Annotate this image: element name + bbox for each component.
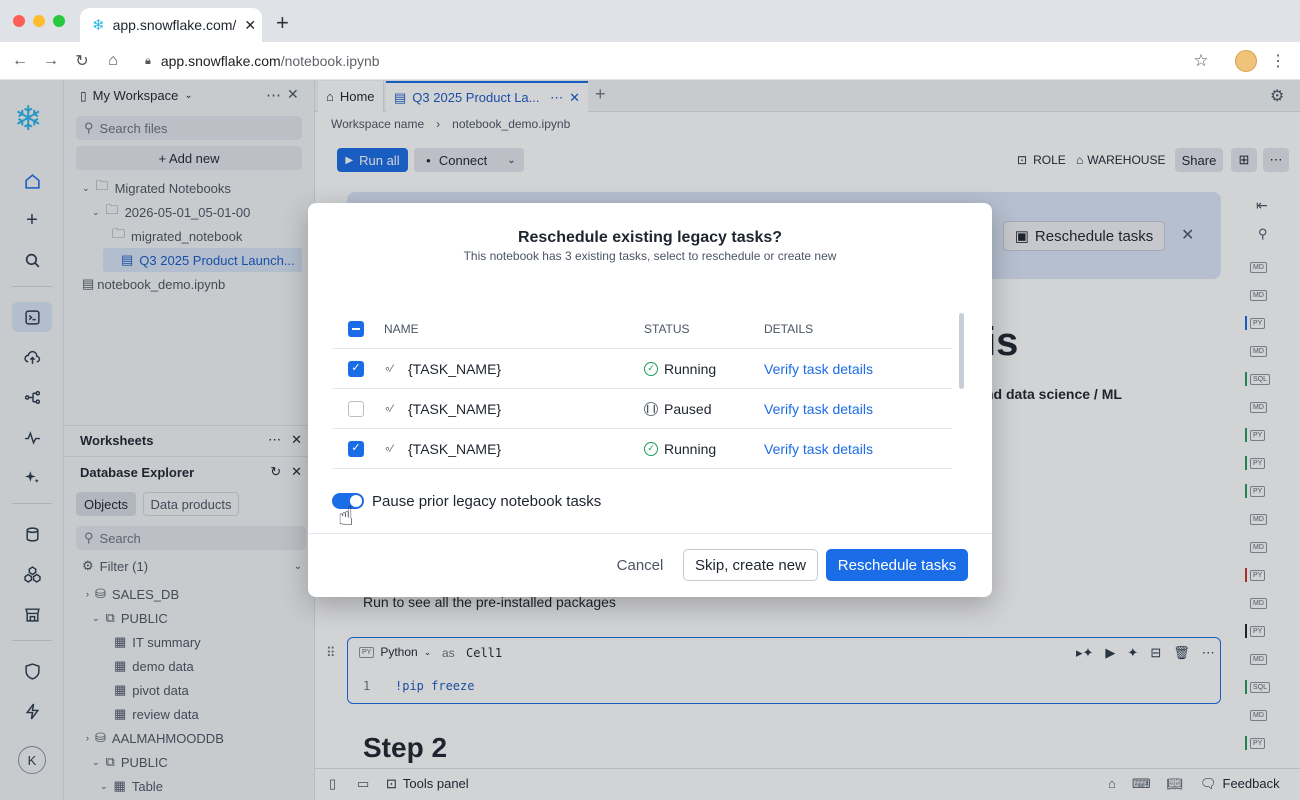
back-icon[interactable]: ← xyxy=(9,50,31,72)
browser-tab-title: app.snowflake.com/ xyxy=(112,17,237,33)
minimize-window-button[interactable] xyxy=(33,15,45,27)
snowflake-favicon-icon: ❄ xyxy=(92,17,105,34)
lock-icon: 🔒︎ xyxy=(145,54,151,67)
close-window-button[interactable] xyxy=(13,15,25,27)
dialog-title: Reschedule existing legacy tasks? xyxy=(517,229,783,246)
forward-icon[interactable]: → xyxy=(40,50,62,72)
browser-menu-icon[interactable]: ⋮ xyxy=(1267,50,1289,72)
col-name-header: NAME xyxy=(384,321,419,336)
paused-status-icon: ❙❙ xyxy=(644,401,658,416)
task-row: ✓ ∘⁄ {TASK_NAME} ✓ Running Verify task de… xyxy=(332,429,952,469)
verify-task-details-link[interactable]: Verify task details xyxy=(764,441,873,457)
url-host: app.snowflake.com xyxy=(160,53,281,69)
task-checkbox-checked[interactable]: ✓ xyxy=(348,360,364,377)
close-tab-icon[interactable]: ✕ xyxy=(244,17,256,34)
browser-tab[interactable]: ❄ app.snowflake.com/ ✕ xyxy=(80,8,262,42)
verify-task-details-link[interactable]: Verify task details xyxy=(764,361,873,377)
running-status-icon: ✓ xyxy=(644,361,658,376)
dialog-subtitle: This notebook has 3 existing tasks, sele… xyxy=(463,249,837,263)
task-icon: ∘⁄ xyxy=(384,363,393,375)
task-name: {TASK_NAME} xyxy=(408,360,502,377)
task-row: ∘⁄ {TASK_NAME} ❙❙ Paused Verify task deta… xyxy=(332,389,952,429)
task-status: Running xyxy=(664,360,717,377)
pause-legacy-label: Pause prior legacy notebook tasks xyxy=(372,493,602,510)
verify-task-details-link[interactable]: Verify task details xyxy=(764,401,873,417)
hand-cursor-icon: ☝︎ xyxy=(338,501,354,531)
task-checkbox-checked[interactable]: ✓ xyxy=(348,440,364,457)
task-status: Running xyxy=(664,440,717,457)
reschedule-dialog: Reschedule existing legacy tasks? This n… xyxy=(308,203,992,597)
reload-icon[interactable]: ↻ xyxy=(71,50,93,72)
new-tab-button[interactable]: + xyxy=(276,12,289,34)
url-field[interactable]: 🔒︎ app.snowflake.com/notebook.ipynb xyxy=(145,50,380,72)
url-path: /notebook.ipynb xyxy=(280,53,380,69)
task-icon: ∘⁄ xyxy=(384,443,393,455)
task-status: Paused xyxy=(664,400,712,417)
task-icon: ∘⁄ xyxy=(384,403,393,415)
bookmark-star-icon[interactable]: ☆ xyxy=(1190,50,1212,72)
task-name: {TASK_NAME} xyxy=(408,400,502,417)
home-icon[interactable]: ⌂ xyxy=(102,50,124,72)
task-checkbox-unchecked[interactable] xyxy=(348,400,364,417)
reschedule-tasks-button[interactable]: Reschedule tasks xyxy=(826,549,968,581)
task-row: ✓ ∘⁄ {TASK_NAME} ✓ Running Verify task de… xyxy=(332,349,952,389)
col-status-header: STATUS xyxy=(644,321,690,336)
profile-avatar[interactable] xyxy=(1235,50,1257,72)
task-name: {TASK_NAME} xyxy=(408,440,502,457)
cancel-button[interactable]: Cancel xyxy=(608,549,672,581)
select-all-checkbox[interactable] xyxy=(348,320,364,337)
running-status-icon: ✓ xyxy=(644,441,658,456)
table-header: NAME STATUS DETAILS xyxy=(332,309,952,349)
table-scrollbar[interactable] xyxy=(959,313,964,389)
col-details-header: DETAILS xyxy=(764,321,814,336)
maximize-window-button[interactable] xyxy=(53,15,65,27)
dialog-divider xyxy=(308,533,992,534)
skip-create-new-button[interactable]: Skip, create new xyxy=(683,549,818,581)
